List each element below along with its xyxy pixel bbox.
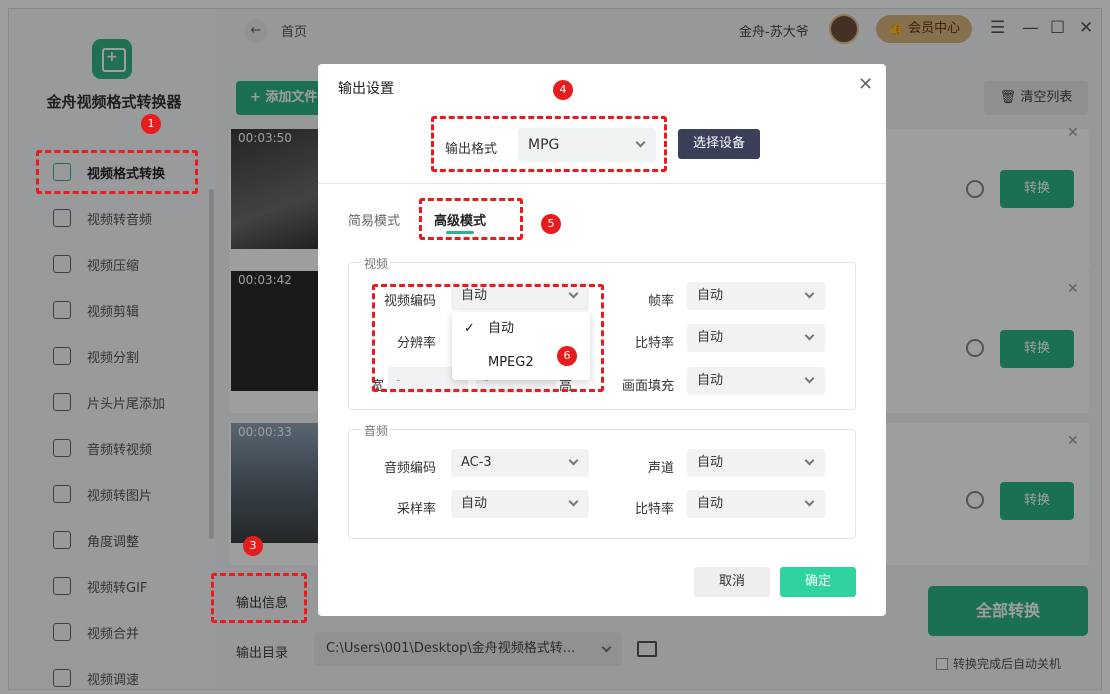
sample-rate-label: 采样率 — [396, 502, 436, 517]
audio-bitrate-value: 自动 — [697, 496, 724, 511]
video-bitrate-value: 自动 — [697, 330, 724, 345]
channel-label: 声道 — [647, 461, 674, 476]
ok-button[interactable]: 确定 — [780, 567, 856, 597]
fill-value: 自动 — [697, 373, 724, 388]
dialog-title: 输出设置 — [338, 81, 394, 97]
annotation-badge: 4 — [553, 80, 573, 100]
chevron-down-icon — [804, 496, 815, 507]
tab-simple[interactable]: 简易模式 — [348, 210, 400, 229]
annotation-badge: 6 — [557, 346, 577, 366]
audio-codec-label: 音频编码 — [383, 461, 436, 476]
audio-codec-select[interactable]: AC-3 — [451, 449, 589, 477]
chevron-down-icon — [568, 496, 579, 507]
channel-select[interactable]: 自动 — [687, 449, 825, 477]
annotation-box — [211, 573, 307, 623]
audio-codec-value: AC-3 — [461, 455, 492, 470]
chevron-down-icon — [804, 455, 815, 466]
fps-select[interactable]: 自动 — [687, 282, 825, 310]
fps-value: 自动 — [697, 288, 724, 303]
sample-rate-select[interactable]: 自动 — [451, 490, 589, 518]
divider — [318, 183, 886, 184]
channel-value: 自动 — [697, 455, 724, 470]
audio-bitrate-select[interactable]: 自动 — [687, 490, 825, 518]
audio-bitrate-label: 比特率 — [634, 502, 674, 517]
select-device-button[interactable]: 选择设备 — [678, 129, 760, 159]
annotation-badge: 1 — [141, 114, 161, 134]
audio-group-title: 音频 — [362, 422, 391, 439]
fill-select[interactable]: 自动 — [687, 367, 825, 395]
annotation-badge: 5 — [541, 214, 561, 234]
cancel-button[interactable]: 取消 — [694, 567, 770, 597]
chevron-down-icon — [804, 373, 815, 384]
annotation-box — [419, 198, 523, 240]
width-label: 宽 — [370, 379, 384, 394]
video-group-title: 视频 — [362, 255, 391, 272]
annotation-box — [372, 284, 604, 392]
video-bitrate-select[interactable]: 自动 — [687, 324, 825, 352]
annotation-box — [431, 116, 667, 172]
annotation-box — [36, 150, 198, 194]
chevron-down-icon — [804, 288, 815, 299]
audio-group — [348, 429, 856, 539]
annotation-badge: 3 — [243, 536, 263, 556]
chevron-down-icon — [568, 455, 579, 466]
chevron-down-icon — [804, 330, 815, 341]
close-icon[interactable]: ✕ — [858, 74, 873, 95]
sample-rate-value: 自动 — [461, 496, 488, 511]
